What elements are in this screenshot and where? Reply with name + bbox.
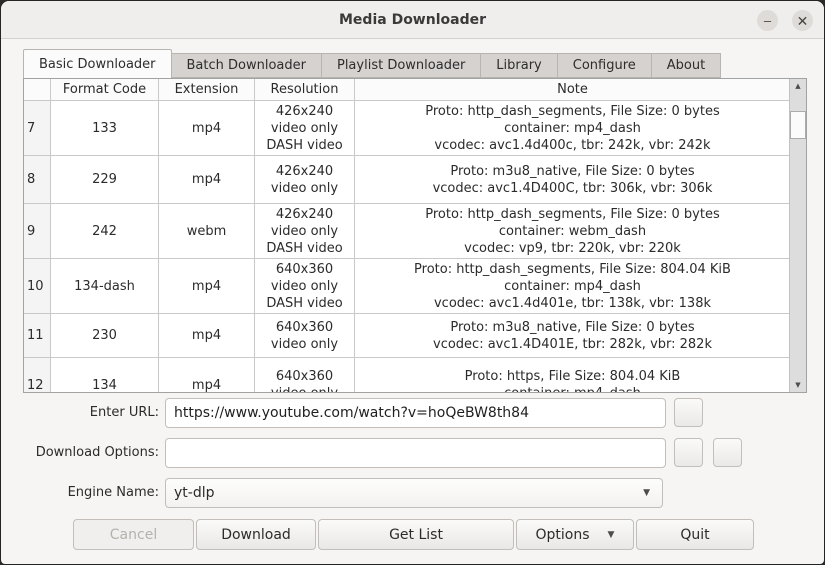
format-table: Format Code Extension Resolution Note 7 … <box>24 79 790 393</box>
format-code-cell: 230 <box>51 314 159 358</box>
scrollbar-thumb[interactable] <box>790 111 806 139</box>
note-cell: Proto: http_dash_segments, File Size: 80… <box>355 259 790 314</box>
tab-batch-downloader[interactable]: Batch Downloader <box>172 53 322 78</box>
download-button[interactable]: Download <box>196 519 316 550</box>
table-row[interactable]: 8 229 mp4 426x240video only Proto: m3u8_… <box>24 156 790 204</box>
engine-name-value: yt-dlp <box>174 485 215 501</box>
note-cell: Proto: m3u8_native, File Size: 0 bytesvc… <box>355 156 790 204</box>
table-row[interactable]: 12 134 mp4 640x360video only Proto: http… <box>24 358 790 393</box>
row-number-cell: 12 <box>24 358 51 393</box>
tab-configure[interactable]: Configure <box>558 53 652 78</box>
table-row[interactable]: 11 230 mp4 640x360video only Proto: m3u8… <box>24 314 790 358</box>
header-extension[interactable]: Extension <box>159 79 255 101</box>
format-list: Format Code Extension Resolution Note 7 … <box>23 78 807 393</box>
chevron-down-icon: ▼ <box>643 488 654 498</box>
vertical-scrollbar[interactable]: ▲ ▼ <box>789 79 806 392</box>
resolution-cell: 640x360video only <box>255 314 355 358</box>
resolution-cell: 640x360video onlyDASH video <box>255 259 355 314</box>
format-code-cell: 242 <box>51 204 159 259</box>
table-row[interactable]: 7 133 mp4 426x240video onlyDASH video Pr… <box>24 101 790 156</box>
extension-cell: mp4 <box>159 259 255 314</box>
row-number-cell: 7 <box>24 101 51 156</box>
row-number-cell: 9 <box>24 204 51 259</box>
options-extra-button-2[interactable] <box>713 438 742 467</box>
tab-bar: Basic Downloader Batch Downloader Playli… <box>23 49 721 78</box>
note-cell: Proto: https, File Size: 804.04 KiBconta… <box>355 358 790 393</box>
resolution-cell: 426x240video onlyDASH video <box>255 101 355 156</box>
resolution-cell: 426x240video only <box>255 156 355 204</box>
close-button[interactable]: ✕ <box>792 10 813 31</box>
extension-cell: mp4 <box>159 314 255 358</box>
close-icon: ✕ <box>797 14 809 28</box>
table-row[interactable]: 9 242 webm 426x240video onlyDASH video P… <box>24 204 790 259</box>
download-options-input[interactable] <box>165 438 666 468</box>
table-row[interactable]: 10 134-dash mp4 640x360video onlyDASH vi… <box>24 259 790 314</box>
quit-button[interactable]: Quit <box>636 519 754 550</box>
header-note[interactable]: Note <box>355 79 790 101</box>
get-list-button[interactable]: Get List <box>318 519 514 550</box>
resolution-cell: 640x360video only <box>255 358 355 393</box>
format-code-cell: 133 <box>51 101 159 156</box>
title-bar: Media Downloader – ✕ <box>1 1 824 39</box>
header-format-code[interactable]: Format Code <box>51 79 159 101</box>
engine-name-select[interactable]: yt-dlp ▼ <box>165 478 663 508</box>
format-code-cell: 229 <box>51 156 159 204</box>
minimize-icon: – <box>764 14 771 27</box>
row-number-cell: 10 <box>24 259 51 314</box>
options-extra-button-1[interactable] <box>674 438 703 467</box>
header-row-number <box>24 79 51 101</box>
extension-cell: mp4 <box>159 358 255 393</box>
tab-library[interactable]: Library <box>481 53 557 78</box>
resolution-cell: 426x240video onlyDASH video <box>255 204 355 259</box>
minimize-button[interactable]: – <box>757 10 778 31</box>
extension-cell: mp4 <box>159 101 255 156</box>
note-cell: Proto: http_dash_segments, File Size: 0 … <box>355 204 790 259</box>
url-label: Enter URL: <box>19 398 159 428</box>
format-code-cell: 134-dash <box>51 259 159 314</box>
row-number-cell: 8 <box>24 156 51 204</box>
window-title: Media Downloader <box>339 12 486 28</box>
tab-about[interactable]: About <box>652 53 721 78</box>
engine-name-label: Engine Name: <box>19 478 159 508</box>
tab-playlist-downloader[interactable]: Playlist Downloader <box>322 53 481 78</box>
url-extra-button[interactable] <box>674 398 703 427</box>
header-resolution[interactable]: Resolution <box>255 79 355 101</box>
scroll-down-icon[interactable]: ▼ <box>790 378 806 392</box>
chevron-down-icon: ▼ <box>608 530 615 540</box>
tab-basic-downloader[interactable]: Basic Downloader <box>23 49 172 78</box>
note-cell: Proto: m3u8_native, File Size: 0 bytesvc… <box>355 314 790 358</box>
cancel-button: Cancel <box>73 519 194 550</box>
app-window: Media Downloader – ✕ Basic Downloader Ba… <box>0 0 825 565</box>
extension-cell: mp4 <box>159 156 255 204</box>
row-number-cell: 11 <box>24 314 51 358</box>
table-header-row: Format Code Extension Resolution Note <box>24 79 790 101</box>
scroll-up-icon[interactable]: ▲ <box>790 79 806 93</box>
format-code-cell: 134 <box>51 358 159 393</box>
download-options-label: Download Options: <box>19 438 159 468</box>
options-button[interactable]: Options ▼ <box>516 519 634 550</box>
extension-cell: webm <box>159 204 255 259</box>
note-cell: Proto: http_dash_segments, File Size: 0 … <box>355 101 790 156</box>
url-input[interactable] <box>165 398 666 428</box>
